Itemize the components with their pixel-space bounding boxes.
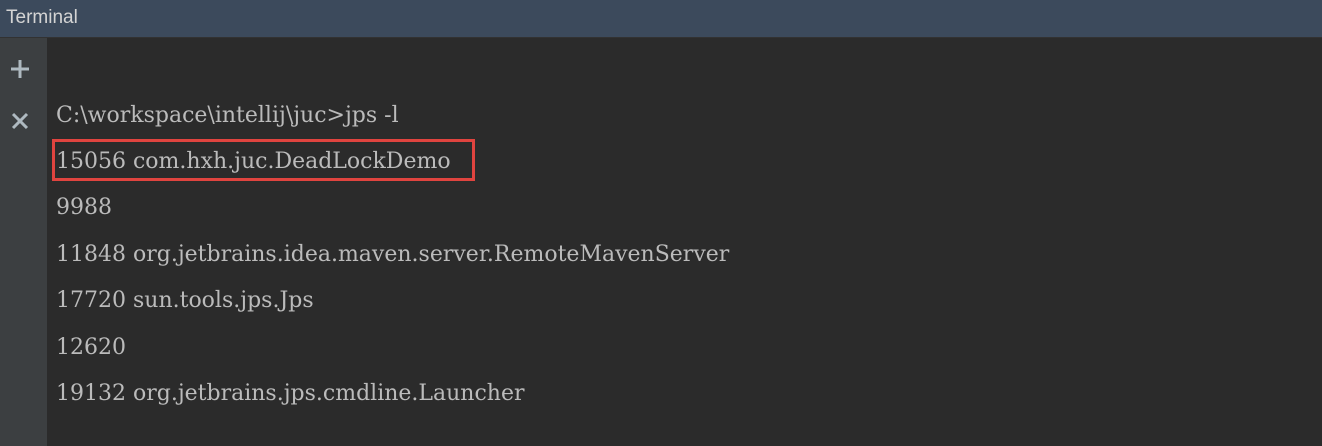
terminal-output[interactable]: C:\workspace\intellij\juc>jps -l 15056 c… [47, 38, 1322, 446]
terminal-line: C:\workspace\intellij\juc>jps -l [56, 103, 399, 128]
terminal-line: 19132 org.jetbrains.jps.cmdline.Launcher [56, 381, 525, 406]
terminal-line: 12620 [56, 335, 126, 360]
close-icon [6, 107, 34, 135]
terminal-title-bar: Terminal [0, 0, 1322, 38]
window-title: Terminal [6, 7, 78, 28]
terminal-line: 17720 sun.tools.jps.Jps [56, 288, 314, 313]
close-session-button[interactable] [6, 107, 34, 135]
plus-icon [6, 55, 34, 83]
terminal-line: 11848 org.jetbrains.idea.maven.server.Re… [56, 242, 730, 267]
highlight-annotation-box [52, 139, 475, 181]
terminal-toolbar [0, 38, 47, 446]
terminal-line: 9988 [56, 195, 112, 220]
new-session-button[interactable] [6, 55, 34, 83]
